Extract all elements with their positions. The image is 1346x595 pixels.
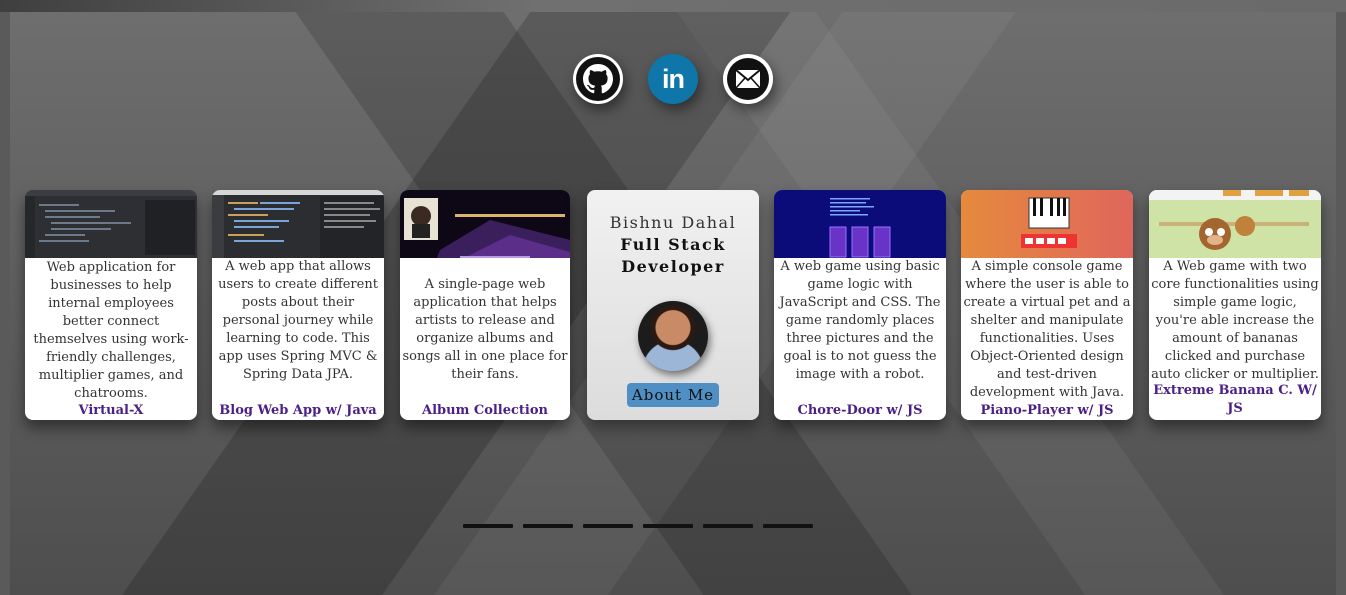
- project-description: A web game using basic game logic with J…: [779, 259, 941, 382]
- project-screenshot: [961, 190, 1133, 258]
- top-bar: [0, 0, 1346, 12]
- project-card-album-collection[interactable]: A single-page web application that helps…: [400, 190, 570, 420]
- carousel-indicator[interactable]: [523, 524, 573, 528]
- project-title[interactable]: Piano-Player w/ JS: [961, 402, 1133, 420]
- project-card-piano-player[interactable]: A simple console game where the user is …: [961, 190, 1133, 420]
- project-screenshot: [1149, 190, 1321, 258]
- project-screenshot: [212, 190, 384, 258]
- about-me-button[interactable]: About Me: [627, 383, 719, 407]
- project-description: A single-page web application that helps…: [402, 277, 568, 382]
- project-description: Web application for businesses to help i…: [33, 260, 189, 401]
- project-title[interactable]: Blog Web App w/ Java: [212, 402, 384, 420]
- profile-role: Full Stack Developer: [587, 234, 759, 278]
- project-card-blog-web-app[interactable]: A web app that allows users to create di…: [212, 190, 384, 420]
- project-description: A web app that allows users to create di…: [218, 259, 378, 382]
- project-description: A simple console game where the user is …: [963, 259, 1131, 400]
- profile-name: Bishnu Dahal: [609, 213, 737, 232]
- project-title[interactable]: Chore-Door w/ JS: [774, 402, 946, 420]
- avatar: [638, 301, 708, 371]
- carousel-indicator[interactable]: [763, 524, 813, 528]
- profile-card: Bishnu Dahal Full Stack Developer About …: [587, 190, 759, 420]
- envelope-icon: [727, 58, 769, 100]
- project-screenshot: [400, 190, 570, 258]
- linkedin-link[interactable]: in: [648, 54, 698, 104]
- email-link[interactable]: [723, 54, 773, 104]
- github-icon: [576, 57, 620, 101]
- profile-role-line-2: Developer: [621, 257, 725, 276]
- project-screenshot: [774, 190, 946, 258]
- linkedin-icon: in: [662, 63, 685, 94]
- carousel-indicator[interactable]: [643, 524, 693, 528]
- project-card-virtual-x[interactable]: Web application for businesses to help i…: [25, 190, 197, 420]
- carousel-indicator[interactable]: [463, 524, 513, 528]
- github-link[interactable]: [573, 54, 623, 104]
- project-screenshot: [25, 190, 197, 258]
- profile-role-line-1: Full Stack: [620, 235, 726, 254]
- project-card-chore-door[interactable]: A web game using basic game logic with J…: [774, 190, 946, 420]
- project-title[interactable]: Album Collection: [400, 402, 570, 420]
- carousel-indicator[interactable]: [583, 524, 633, 528]
- project-title[interactable]: Extreme Banana C. W/ JS: [1149, 382, 1321, 418]
- project-card-extreme-banana[interactable]: A Web game with two core functionalities…: [1149, 190, 1321, 420]
- project-title[interactable]: Virtual-X: [25, 402, 197, 420]
- project-description: A Web game with two core functionalities…: [1151, 259, 1319, 382]
- carousel-indicator[interactable]: [703, 524, 753, 528]
